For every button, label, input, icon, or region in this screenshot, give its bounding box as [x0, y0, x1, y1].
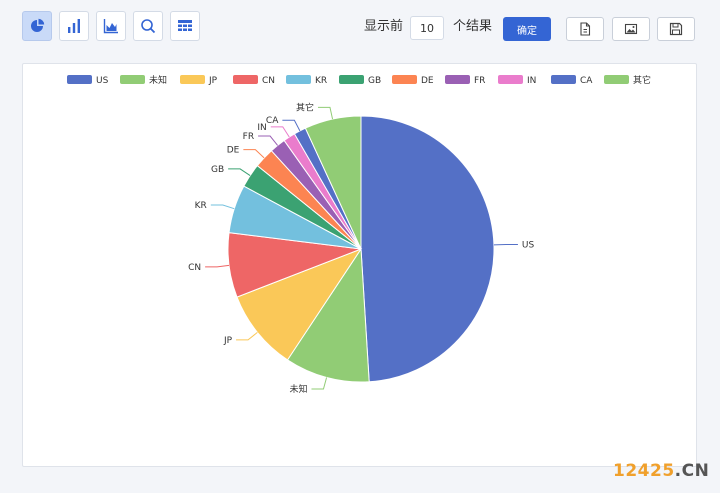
pie-slices — [227, 115, 495, 383]
legend-label: KR — [315, 76, 327, 86]
legend-swatch — [551, 75, 576, 84]
toolbar: 显示前 个结果 确定 — [0, 0, 720, 52]
legend-swatch — [604, 75, 629, 84]
legend-item-kr[interactable]: KR — [286, 75, 327, 86]
export-image-button[interactable] — [612, 17, 650, 41]
legend-item-ca[interactable]: CA — [551, 75, 593, 86]
chart-legend: US 未知 JP CN KR GB DE FR IN CA 其它 — [67, 74, 651, 86]
legend-item-de[interactable]: DE — [392, 75, 434, 86]
watermark: 12425.CN — [613, 461, 709, 481]
search-icon — [141, 19, 156, 34]
save-button[interactable] — [657, 17, 695, 41]
legend-swatch — [339, 75, 364, 84]
confirm-button[interactable]: 确定 — [503, 17, 551, 41]
legend-label: DE — [421, 76, 434, 86]
pie-chart-icon — [31, 18, 45, 32]
leader-line-de — [243, 149, 265, 159]
legend-label: GB — [368, 76, 381, 86]
leader-line-gb — [228, 168, 251, 176]
results-label: 个结果 — [453, 19, 493, 34]
slice-label-jp: JP — [223, 336, 233, 346]
area-chart-icon — [103, 19, 118, 34]
legend-label: JP — [208, 76, 218, 86]
area-view-button[interactable] — [96, 11, 126, 41]
file-export-icon — [580, 22, 591, 36]
legend-swatch — [233, 75, 258, 84]
slice-label-ca: CA — [266, 116, 279, 126]
legend-label: 未知 — [149, 74, 167, 86]
slice-label-kr: KR — [195, 201, 207, 211]
pie-chart: US 未知 JP CN KR GB DE FR IN CA 其它 US未知JPCNKRGBDEFRI… — [67, 74, 651, 395]
slice-label-cn: CN — [188, 263, 201, 273]
legend-swatch — [498, 75, 523, 84]
leader-line-fr — [258, 135, 279, 146]
slice-label-unknown: 未知 — [289, 383, 307, 395]
legend-item-other[interactable]: 其它 — [604, 74, 651, 86]
legend-label: 其它 — [633, 74, 651, 86]
legend-swatch — [180, 75, 205, 84]
table-icon — [178, 20, 192, 31]
chart-panel: US 未知 JP CN KR GB DE FR IN CA 其它 US 未知 JP CN KR GB DE FR I… — [22, 63, 697, 467]
watermark-number: 12425 — [613, 461, 675, 481]
export-file-button[interactable] — [566, 17, 604, 41]
legend-item-cn[interactable]: CN — [233, 75, 275, 86]
legend-item-us[interactable]: US — [67, 75, 109, 86]
table-view-button[interactable] — [170, 11, 200, 41]
legend-swatch — [392, 75, 417, 84]
legend-label: CA — [580, 76, 593, 86]
legend-label: IN — [527, 76, 536, 86]
legend-swatch — [445, 75, 470, 84]
pie-slice-us[interactable] — [360, 115, 495, 383]
pie-view-button[interactable] — [22, 11, 52, 41]
slice-label-de: DE — [227, 146, 240, 156]
search-button[interactable] — [133, 11, 163, 41]
leader-line-other — [317, 106, 334, 120]
slice-label-other: 其它 — [296, 101, 314, 113]
leader-line-kr — [210, 204, 235, 210]
legend-label: US — [96, 76, 109, 86]
watermark-suffix: .CN — [674, 461, 710, 481]
legend-item-in[interactable]: IN — [498, 75, 536, 86]
bar-chart-icon — [68, 19, 80, 33]
leader-line-cn — [205, 264, 230, 268]
legend-item-gb[interactable]: GB — [339, 75, 381, 86]
show-top-label: 显示前 — [364, 19, 404, 34]
legend-swatch — [120, 75, 145, 84]
bar-view-button[interactable] — [59, 11, 89, 41]
slice-label-us: US — [522, 241, 535, 251]
leader-line-jp — [236, 331, 258, 341]
legend-label: CN — [262, 76, 275, 86]
slice-label-fr: FR — [243, 132, 254, 142]
legend-label: FR — [474, 76, 485, 86]
leader-line-in — [270, 126, 290, 138]
leader-line-ca — [282, 119, 301, 132]
save-icon — [669, 22, 683, 36]
leader-line-unknown — [311, 377, 328, 390]
legend-item-fr[interactable]: FR — [445, 75, 485, 86]
legend-swatch — [67, 75, 92, 84]
legend-item-unknown[interactable]: 未知 — [120, 74, 167, 86]
legend-item-jp[interactable]: JP — [180, 75, 218, 86]
result-count-input[interactable] — [410, 16, 444, 40]
legend-swatch — [286, 75, 311, 84]
slice-label-gb: GB — [211, 165, 224, 175]
image-icon — [624, 23, 638, 35]
